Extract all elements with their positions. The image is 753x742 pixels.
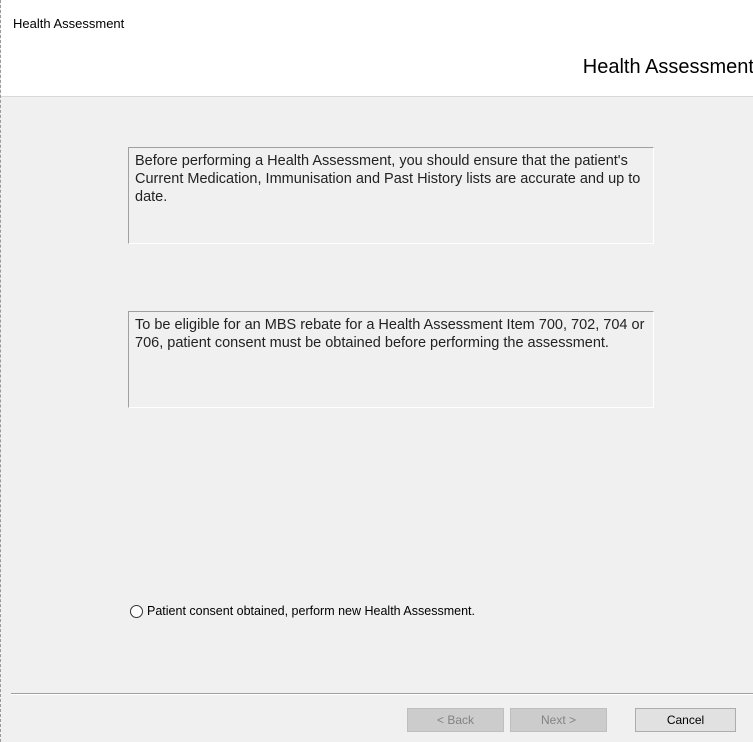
consent-radio-label[interactable]: Patient consent obtained, perform new He…: [147, 604, 475, 618]
window-title: Health Assessment: [13, 16, 125, 31]
consent-radio-button[interactable]: [130, 604, 143, 618]
title-bar: Health Assessment: [1, 0, 753, 40]
page-title: Health Assessment: [582, 56, 753, 78]
back-button[interactable]: < Back: [407, 708, 504, 732]
cancel-button[interactable]: Cancel: [635, 708, 736, 732]
wizard-window: Health Assessment Health Assessment Befo…: [0, 0, 753, 742]
footer-divider: [11, 693, 753, 695]
medication-info-box: Before performing a Health Assessment, y…: [128, 147, 654, 244]
mbs-rebate-info-box: To be eligible for an MBS rebate for a H…: [128, 311, 654, 408]
next-button[interactable]: Next >: [510, 708, 607, 732]
mbs-rebate-info-text: To be eligible for an MBS rebate for a H…: [135, 317, 645, 351]
wizard-header: Health Assessment: [1, 40, 753, 97]
medication-info-text: Before performing a Health Assessment, y…: [135, 153, 641, 205]
consent-radio-option[interactable]: Patient consent obtained, perform new He…: [130, 604, 475, 618]
